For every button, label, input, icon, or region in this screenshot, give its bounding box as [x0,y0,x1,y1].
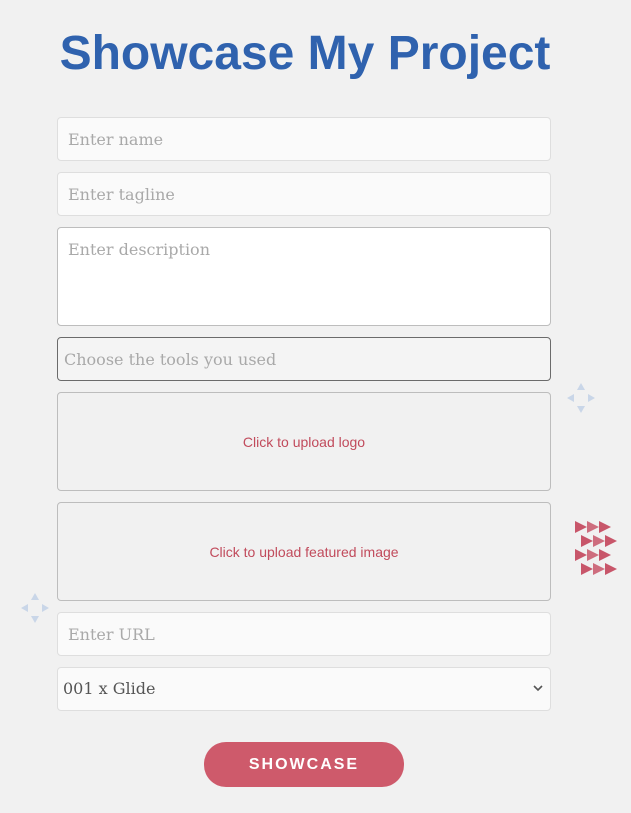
showcase-page: Showcase My Project Click to upload logo… [0,0,631,813]
tools-input[interactable] [57,337,551,381]
project-select[interactable]: 001 x Glide [57,667,551,711]
url-input[interactable] [57,612,551,656]
page-title: Showcase My Project [59,27,551,80]
project-select-value: 001 x Glide [63,679,156,698]
featured-image-upload-dropzone[interactable]: Click to upload featured image [57,502,551,601]
logo-upload-dropzone[interactable]: Click to upload logo [57,392,551,491]
diamond-arrows-icon [21,593,49,623]
name-input[interactable] [57,117,551,161]
description-textarea[interactable] [57,227,551,326]
showcase-button[interactable]: SHOWCASE [204,742,404,787]
tagline-input[interactable] [57,172,551,216]
triangle-pattern-icon [575,521,617,575]
featured-upload-label: Click to upload featured image [209,543,399,560]
diamond-arrows-icon [567,383,595,413]
logo-upload-label: Click to upload logo [242,433,366,450]
chevron-down-icon [533,685,543,692]
